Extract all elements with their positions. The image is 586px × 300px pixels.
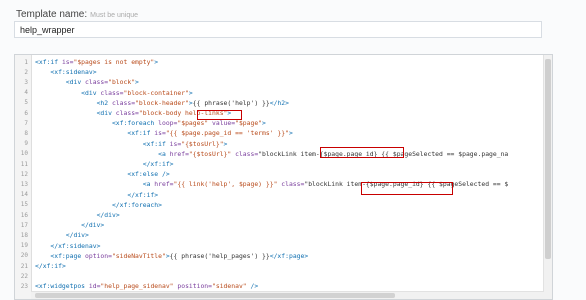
code-line: <xf:else />: [127, 170, 170, 179]
line-number: 3: [24, 78, 28, 86]
line-number: 1: [24, 58, 28, 66]
line-number: 18: [20, 231, 28, 239]
code-line: <xf:if is="$pages is not empty">: [35, 58, 159, 66]
line-number: 6: [24, 109, 28, 117]
line-number: 8: [24, 129, 28, 137]
code-line: </xf:foreach>: [111, 200, 162, 209]
line-number: 4: [24, 89, 28, 97]
template-name-input[interactable]: help_wrapper: [14, 21, 542, 38]
code-line: </xf:if>: [142, 160, 174, 168]
code-line: </xf:if>: [127, 190, 159, 199]
code-line: <div class="block">: [65, 78, 139, 87]
code-line: <xf:foreach loop="$pages" value="$page">: [111, 119, 266, 128]
code-line: </div>: [96, 211, 120, 219]
template-name-label-text: Template name:: [16, 9, 88, 20]
line-number: 2: [24, 68, 28, 76]
vertical-scroll-thumb[interactable]: [545, 59, 551, 259]
horizontal-scrollbar[interactable]: [31, 291, 544, 299]
code-line: <xf:sidenav>: [50, 68, 97, 77]
line-number: 21: [20, 262, 28, 270]
code-line: <div class="block-container">: [81, 88, 193, 97]
line-number: 20: [20, 252, 28, 260]
template-editor-panel: Template name: Must be unique help_wrappe…: [0, 0, 586, 300]
line-number-gutter: 1 2 3 4 5 6 7 8 9 10 11 12 13 14 15 16 17 18 19 20 21 22 23: [15, 55, 32, 299]
line-number: 10: [20, 150, 28, 158]
code-line: <xf:if is="{$tosUrl}">: [142, 139, 228, 148]
code-line: <xf:page option="sideNavTitle">{{ phrase…: [50, 251, 309, 260]
line-number: 17: [20, 221, 28, 229]
code-line: <xf:if is="{{ $page.page_id == 'terms' }…: [127, 129, 293, 138]
template-name-label: Template name: Must be unique: [16, 9, 138, 20]
line-number: 5: [24, 99, 28, 107]
line-number: 11: [20, 160, 28, 168]
code-line: <h2 class="block-header">{{ phrase('help…: [96, 98, 289, 107]
code-line: <xf:widgetpos id="help_page_sidenav" pos…: [35, 282, 259, 291]
code-line: </xf:sidenav>: [50, 241, 101, 250]
line-number: 22: [20, 272, 28, 280]
code-line: <a href="{$tosUrl}" class="blockLink ite…: [158, 149, 509, 158]
code-line: </div>: [65, 231, 89, 240]
line-number: 14: [20, 191, 28, 199]
line-number: 19: [20, 242, 28, 250]
code-line: </xf:if>: [35, 262, 66, 270]
horizontal-scroll-thumb[interactable]: [35, 293, 395, 298]
code-line: </div>: [81, 221, 105, 230]
line-number: 13: [20, 180, 28, 188]
highlight-box-item-page-id-1: [320, 147, 404, 158]
highlight-box-help-links: [197, 110, 242, 120]
code-editor[interactable]: 1 2 3 4 5 6 7 8 9 10 11 12 13 14 15 16 17 18 19 20 21 22 23 <x…: [14, 54, 553, 300]
template-name-hint: Must be unique: [90, 12, 139, 19]
line-number: 15: [20, 201, 28, 209]
line-number: 7: [24, 119, 28, 127]
line-number: 12: [20, 170, 28, 178]
highlight-box-item-page-id-2: [361, 182, 453, 195]
line-number: 9: [24, 140, 28, 148]
line-number: 16: [20, 211, 28, 219]
vertical-scrollbar[interactable]: [543, 55, 552, 299]
line-number: 23: [20, 282, 28, 290]
